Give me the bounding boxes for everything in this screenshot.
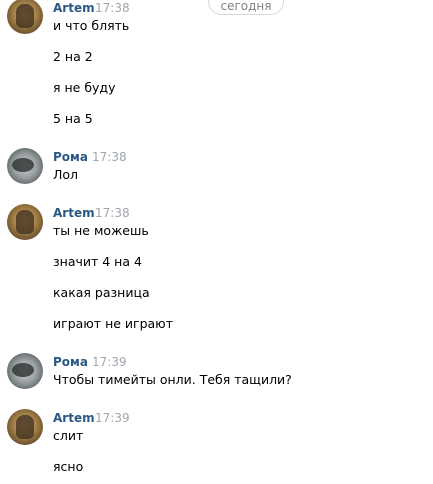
author-name[interactable]: Artem	[53, 411, 95, 425]
message-text: 5 на 5	[53, 111, 93, 126]
avatar[interactable]	[7, 409, 43, 445]
author-name[interactable]: Рома	[53, 355, 88, 369]
message-text: слит	[53, 428, 84, 443]
message-text: ты не можешь	[53, 223, 149, 238]
message-text: значит 4 на 4	[53, 254, 142, 269]
message-time[interactable]: 17:39	[95, 411, 130, 425]
author-name[interactable]: Artem	[53, 1, 95, 15]
message-text: Чтобы тимейты онли. Тебя тащили?	[53, 372, 292, 387]
message-text: и что блять	[53, 18, 130, 33]
message-time[interactable]: 17:38	[92, 150, 127, 164]
message-time[interactable]: 17:39	[92, 355, 127, 369]
message-text: Лол	[53, 167, 79, 182]
message-text: играют не играют	[53, 316, 173, 331]
avatar[interactable]	[7, 148, 43, 184]
author-name[interactable]: Artem	[53, 206, 95, 220]
avatar[interactable]	[7, 0, 43, 34]
avatar[interactable]	[7, 204, 43, 240]
date-divider: сегодня	[208, 0, 284, 15]
message-time[interactable]: 17:38	[95, 206, 130, 220]
message-text: ясно	[53, 459, 84, 474]
avatar[interactable]	[7, 353, 43, 389]
author-name[interactable]: Рома	[53, 150, 88, 164]
message-text: какая разница	[53, 285, 150, 300]
message-text: я не буду	[53, 80, 116, 95]
message-time[interactable]: 17:38	[95, 1, 130, 15]
message-text: 2 на 2	[53, 49, 93, 64]
